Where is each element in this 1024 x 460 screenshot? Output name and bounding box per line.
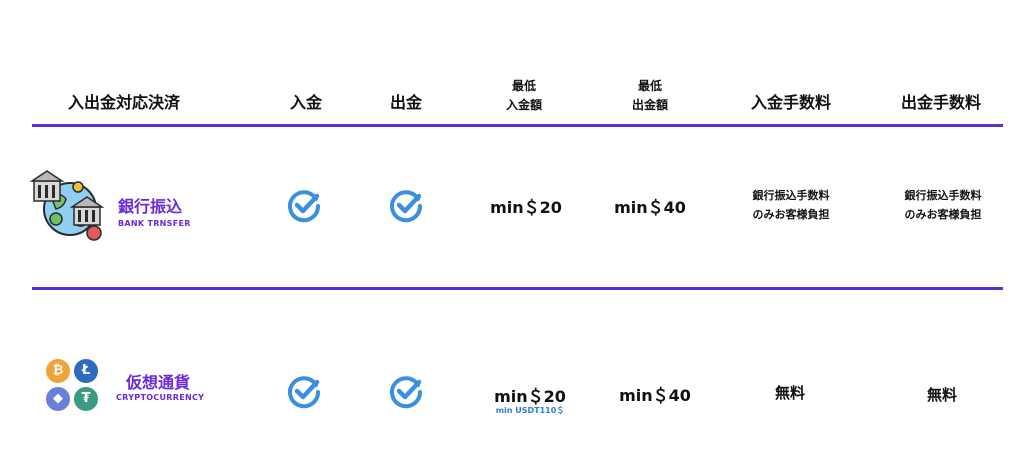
tether-icon: ₮ [74,387,98,411]
withdraw-fee-text: 無料 [926,386,957,404]
deposit-fee-text: 銀行振込手数料 のみお客様負担 [726,186,856,224]
deposit-fee-line2: のみお客様負担 [752,208,830,221]
header-min-withdraw-line1: 最低 [637,79,662,93]
header-min-withdraw-line2: 出金額 [631,98,668,112]
ethereum-icon: ◆ [46,387,70,411]
litecoin-icon: Ł [74,359,98,383]
method-sub-crypto: CRYPTOCURRENCY [116,393,205,402]
header-deposit: 入金 [289,93,322,112]
method-name-crypto: 仮想通貨 [126,373,191,392]
min-withdraw-value: min＄40 [619,386,691,405]
header-min-deposit-line2: 入金額 [505,98,542,112]
header-min-deposit: 最低 入金額 [494,77,554,115]
bank-transfer-globe-icon [29,169,108,243]
withdraw-check-icon [388,188,424,224]
method-sub-bank: BANK TRNSFER [118,219,191,228]
withdraw-fee-text: 銀行振込手数料 のみお客様負担 [878,186,1008,224]
withdraw-fee-line2: のみお客様負担 [904,208,982,221]
withdraw-fee-line1: 銀行振込手数料 [904,189,982,202]
header-min-withdraw: 最低 出金額 [620,77,680,115]
min-deposit-value: min＄20 [490,198,562,217]
header-divider [32,124,1003,127]
deposit-fee-text: 無料 [774,384,805,402]
withdraw-check-icon [388,374,424,410]
deposit-check-icon [286,188,322,224]
row-divider [32,287,1003,290]
deposit-fee-line1: 銀行振込手数料 [752,189,830,202]
header-method: 入出金対応決済 [67,93,180,112]
bitcoin-icon: ₿ [46,359,70,383]
method-name-bank: 銀行振込 [118,197,183,216]
min-withdraw-value: min＄40 [614,198,686,217]
deposit-check-icon [286,374,322,410]
header-deposit-fee: 入金手数料 [750,93,831,112]
header-withdraw-fee: 出金手数料 [900,93,981,112]
min-deposit-usdt-note: min USDT110＄ [495,406,565,415]
header-withdraw: 出金 [389,93,422,112]
min-deposit-value: min＄20 [494,387,566,406]
header-min-deposit-line1: 最低 [511,79,536,93]
